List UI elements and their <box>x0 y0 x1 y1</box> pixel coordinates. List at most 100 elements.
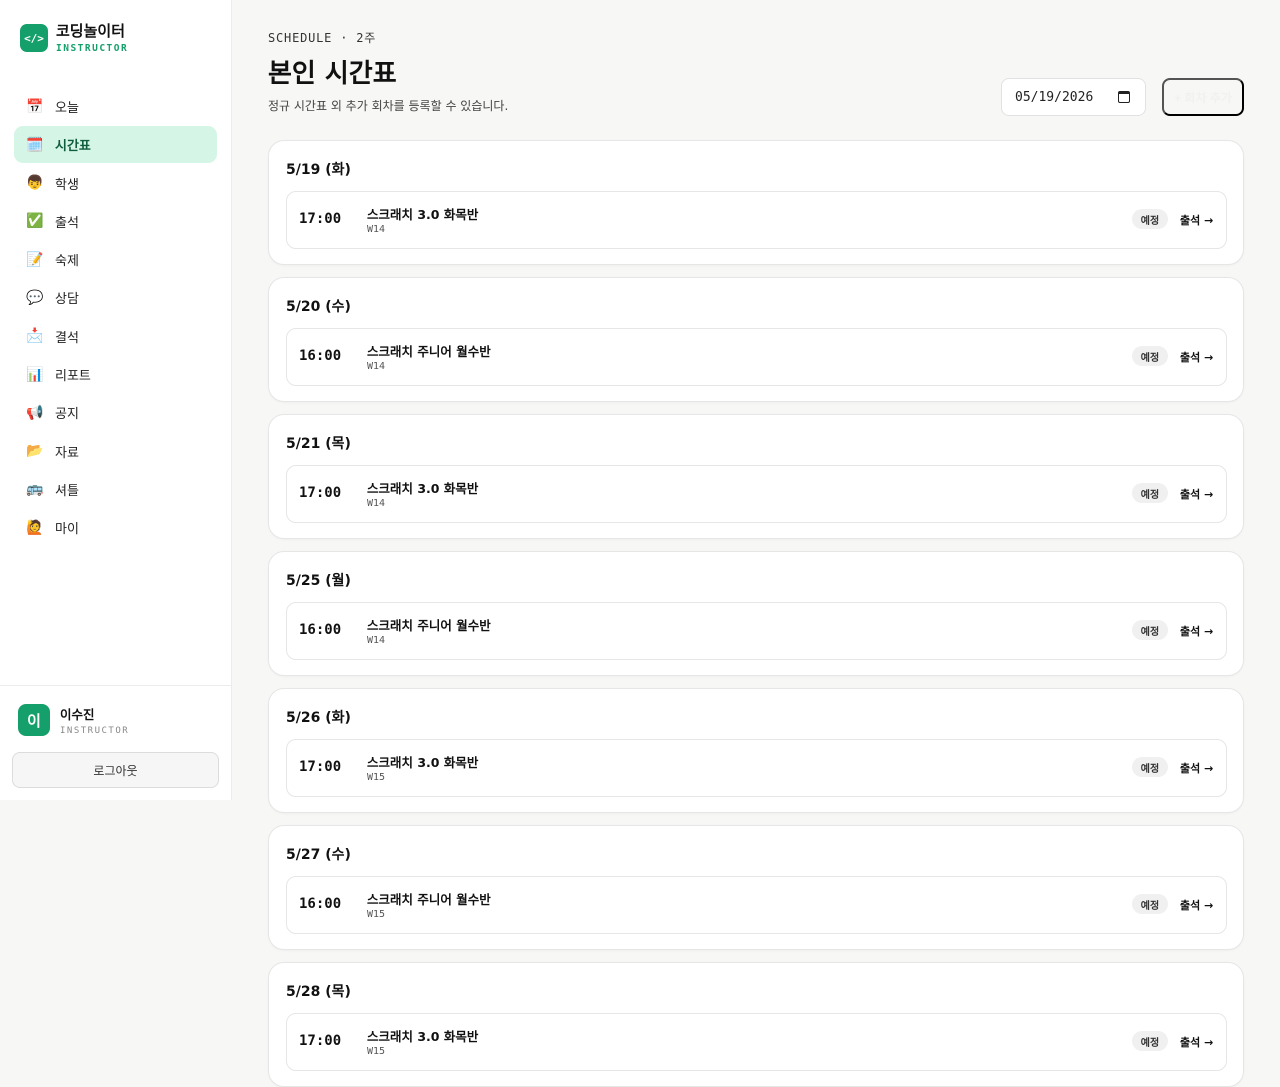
attendance-link[interactable]: 출석 → <box>1180 760 1213 776</box>
sidebar-item-5[interactable]: 💬 상담 <box>14 279 217 316</box>
session-week: W14 <box>367 224 386 235</box>
attendance-link[interactable]: 출석 → <box>1180 623 1213 639</box>
sidebar-item-label: 출석 <box>55 215 79 231</box>
session-row[interactable]: 17:00 스크래치 3.0 화목반 W14 예정 출석 → <box>286 191 1227 249</box>
nav-icon: 📊 <box>26 366 44 383</box>
session-week: W14 <box>367 635 386 646</box>
sidebar-item-6[interactable]: 📩 결석 <box>14 318 217 355</box>
status-badge: 예정 <box>1132 1031 1168 1051</box>
brand[interactable]: </> 코딩놀이터 INSTRUCTOR <box>20 22 128 54</box>
user-role: INSTRUCTOR <box>60 726 130 736</box>
session-time: 17:00 <box>299 211 342 227</box>
session-time: 16:00 <box>299 348 342 364</box>
sidebar-item-label: 결석 <box>55 330 79 346</box>
session-week: W14 <box>367 498 386 509</box>
day-label: 5/27 (수) <box>286 847 351 863</box>
avatar: 이 <box>18 704 50 736</box>
calendar-icon[interactable] <box>1118 91 1130 103</box>
sidebar-item-0[interactable]: 📅 오늘 <box>14 88 217 125</box>
sidebar-item-4[interactable]: 📝 숙제 <box>14 241 217 278</box>
brand-text: 코딩놀이터 INSTRUCTOR <box>56 22 128 54</box>
day-label: 5/25 (월) <box>286 573 351 589</box>
logout-button[interactable]: 로그아웃 <box>12 752 219 788</box>
sidebar-item-label: 학생 <box>55 177 79 193</box>
sidebar-item-11[interactable]: 🙋 마이 <box>14 509 217 546</box>
attendance-link[interactable]: 출석 → <box>1180 212 1213 228</box>
nav-icon: 💬 <box>26 289 44 306</box>
brand-role: INSTRUCTOR <box>56 43 129 54</box>
code-logo-icon: </> <box>20 24 48 52</box>
session-title: 스크래치 3.0 화목반 <box>367 207 479 222</box>
status-badge: 예정 <box>1132 757 1168 777</box>
page-eyebrow: SCHEDULE · 2주 <box>268 31 377 45</box>
day-label: 5/26 (화) <box>286 710 351 726</box>
brand-name: 코딩놀이터 <box>56 22 126 40</box>
schedule-day-list: 5/19 (화) 17:00 스크래치 3.0 화목반 W14 예정 출석 → 5/20 (… <box>268 140 1244 1087</box>
session-week: W15 <box>367 909 386 920</box>
nav-icon: 🚌 <box>26 481 44 498</box>
day-card: 5/19 (화) 17:00 스크래치 3.0 화목반 W14 예정 출석 → <box>268 140 1244 265</box>
day-label: 5/20 (수) <box>286 299 351 315</box>
session-title: 스크래치 주니어 월수반 <box>367 618 491 633</box>
session-row[interactable]: 17:00 스크래치 3.0 화목반 W15 예정 출석 → <box>286 1013 1227 1071</box>
nav-icon: 📩 <box>26 328 44 345</box>
attendance-link[interactable]: 출석 → <box>1180 897 1213 913</box>
sidebar-item-2[interactable]: 👦 학생 <box>14 165 217 202</box>
day-card: 5/28 (목) 17:00 스크래치 3.0 화목반 W15 예정 출석 → <box>268 962 1244 1087</box>
sidebar-item-label: 리포트 <box>55 369 91 385</box>
day-card: 5/20 (수) 16:00 스크래치 주니어 월수반 W14 예정 출석 → <box>268 277 1244 402</box>
nav-icon: 📂 <box>26 443 44 460</box>
session-title: 스크래치 3.0 화목반 <box>367 755 479 770</box>
session-week: W15 <box>367 1046 386 1057</box>
session-time: 17:00 <box>299 759 342 775</box>
session-row[interactable]: 16:00 스크래치 주니어 월수반 W14 예정 출석 → <box>286 602 1227 660</box>
status-badge: 예정 <box>1132 894 1168 914</box>
nav-icon: 🗓️ <box>26 136 44 153</box>
sidebar-item-label: 마이 <box>55 522 79 538</box>
day-label: 5/28 (목) <box>286 984 351 1000</box>
attendance-link[interactable]: 출석 → <box>1180 349 1213 365</box>
sidebar-item-8[interactable]: 📢 공지 <box>14 394 217 431</box>
day-label: 5/19 (화) <box>286 162 351 178</box>
session-time: 17:00 <box>299 485 342 501</box>
user-text: 이수진 INSTRUCTOR <box>60 704 129 736</box>
attendance-link[interactable]: 출석 → <box>1180 486 1213 502</box>
sidebar-item-3[interactable]: ✅ 출석 <box>14 203 217 240</box>
session-row[interactable]: 17:00 스크래치 3.0 화목반 W14 예정 출석 → <box>286 465 1227 523</box>
session-title: 스크래치 3.0 화목반 <box>367 1029 479 1044</box>
attendance-link[interactable]: 출석 → <box>1180 1034 1213 1050</box>
session-time: 17:00 <box>299 1033 342 1049</box>
sidebar-item-1[interactable]: 🗓️ 시간표 <box>14 126 217 164</box>
session-row[interactable]: 16:00 스크래치 주니어 월수반 W15 예정 출석 → <box>286 876 1227 934</box>
session-title: 스크래치 3.0 화목반 <box>367 481 479 496</box>
sidebar-item-9[interactable]: 📂 자료 <box>14 433 217 470</box>
sidebar-item-7[interactable]: 📊 리포트 <box>14 356 217 393</box>
sidebar-item-label: 셔틀 <box>55 483 79 499</box>
user-name: 이수진 <box>60 707 95 722</box>
nav-icon: 📝 <box>26 251 44 268</box>
nav-icon: 📅 <box>26 98 44 115</box>
session-time: 16:00 <box>299 896 342 912</box>
day-card: 5/25 (월) 16:00 스크래치 주니어 월수반 W14 예정 출석 → <box>268 551 1244 676</box>
status-badge: 예정 <box>1132 483 1168 503</box>
status-badge: 예정 <box>1132 209 1168 229</box>
sidebar-item-10[interactable]: 🚌 셔틀 <box>14 471 217 508</box>
sidebar: </> 코딩놀이터 INSTRUCTOR 📅 오늘 🗓️ 시간표 👦 학생 ✅ 출석 📝 숙제 💬 상… <box>0 0 232 800</box>
page-title: 본인 시간표 <box>268 59 397 89</box>
date-value: 05/19/2026 <box>1015 89 1094 105</box>
sidebar-divider <box>0 685 231 686</box>
session-row[interactable]: 16:00 스크래치 주니어 월수반 W14 예정 출석 → <box>286 328 1227 386</box>
nav-icon: 📢 <box>26 404 44 421</box>
nav-icon: ✅ <box>26 213 44 230</box>
sidebar-nav: 📅 오늘 🗓️ 시간표 👦 학생 ✅ 출석 📝 숙제 💬 상담 📩 결석 📊 리포트 📢 공지 📂 자료 🚌 셔틀 🙋 마이 <box>14 88 217 548</box>
sidebar-item-label: 자료 <box>55 445 79 461</box>
sidebar-item-label: 시간표 <box>55 139 91 155</box>
session-row[interactable]: 17:00 스크래치 3.0 화목반 W15 예정 출석 → <box>286 739 1227 797</box>
session-title: 스크래치 주니어 월수반 <box>367 892 491 907</box>
sidebar-item-label: 상담 <box>55 292 79 308</box>
user-profile[interactable]: 이 이수진 INSTRUCTOR <box>18 704 129 736</box>
add-session-button[interactable]: + 회차 추가 <box>1162 78 1244 116</box>
sidebar-item-label: 공지 <box>55 407 79 423</box>
date-picker-input[interactable]: 05/19/2026 <box>1001 78 1146 116</box>
day-card: 5/21 (목) 17:00 스크래치 3.0 화목반 W14 예정 출석 → <box>268 414 1244 539</box>
